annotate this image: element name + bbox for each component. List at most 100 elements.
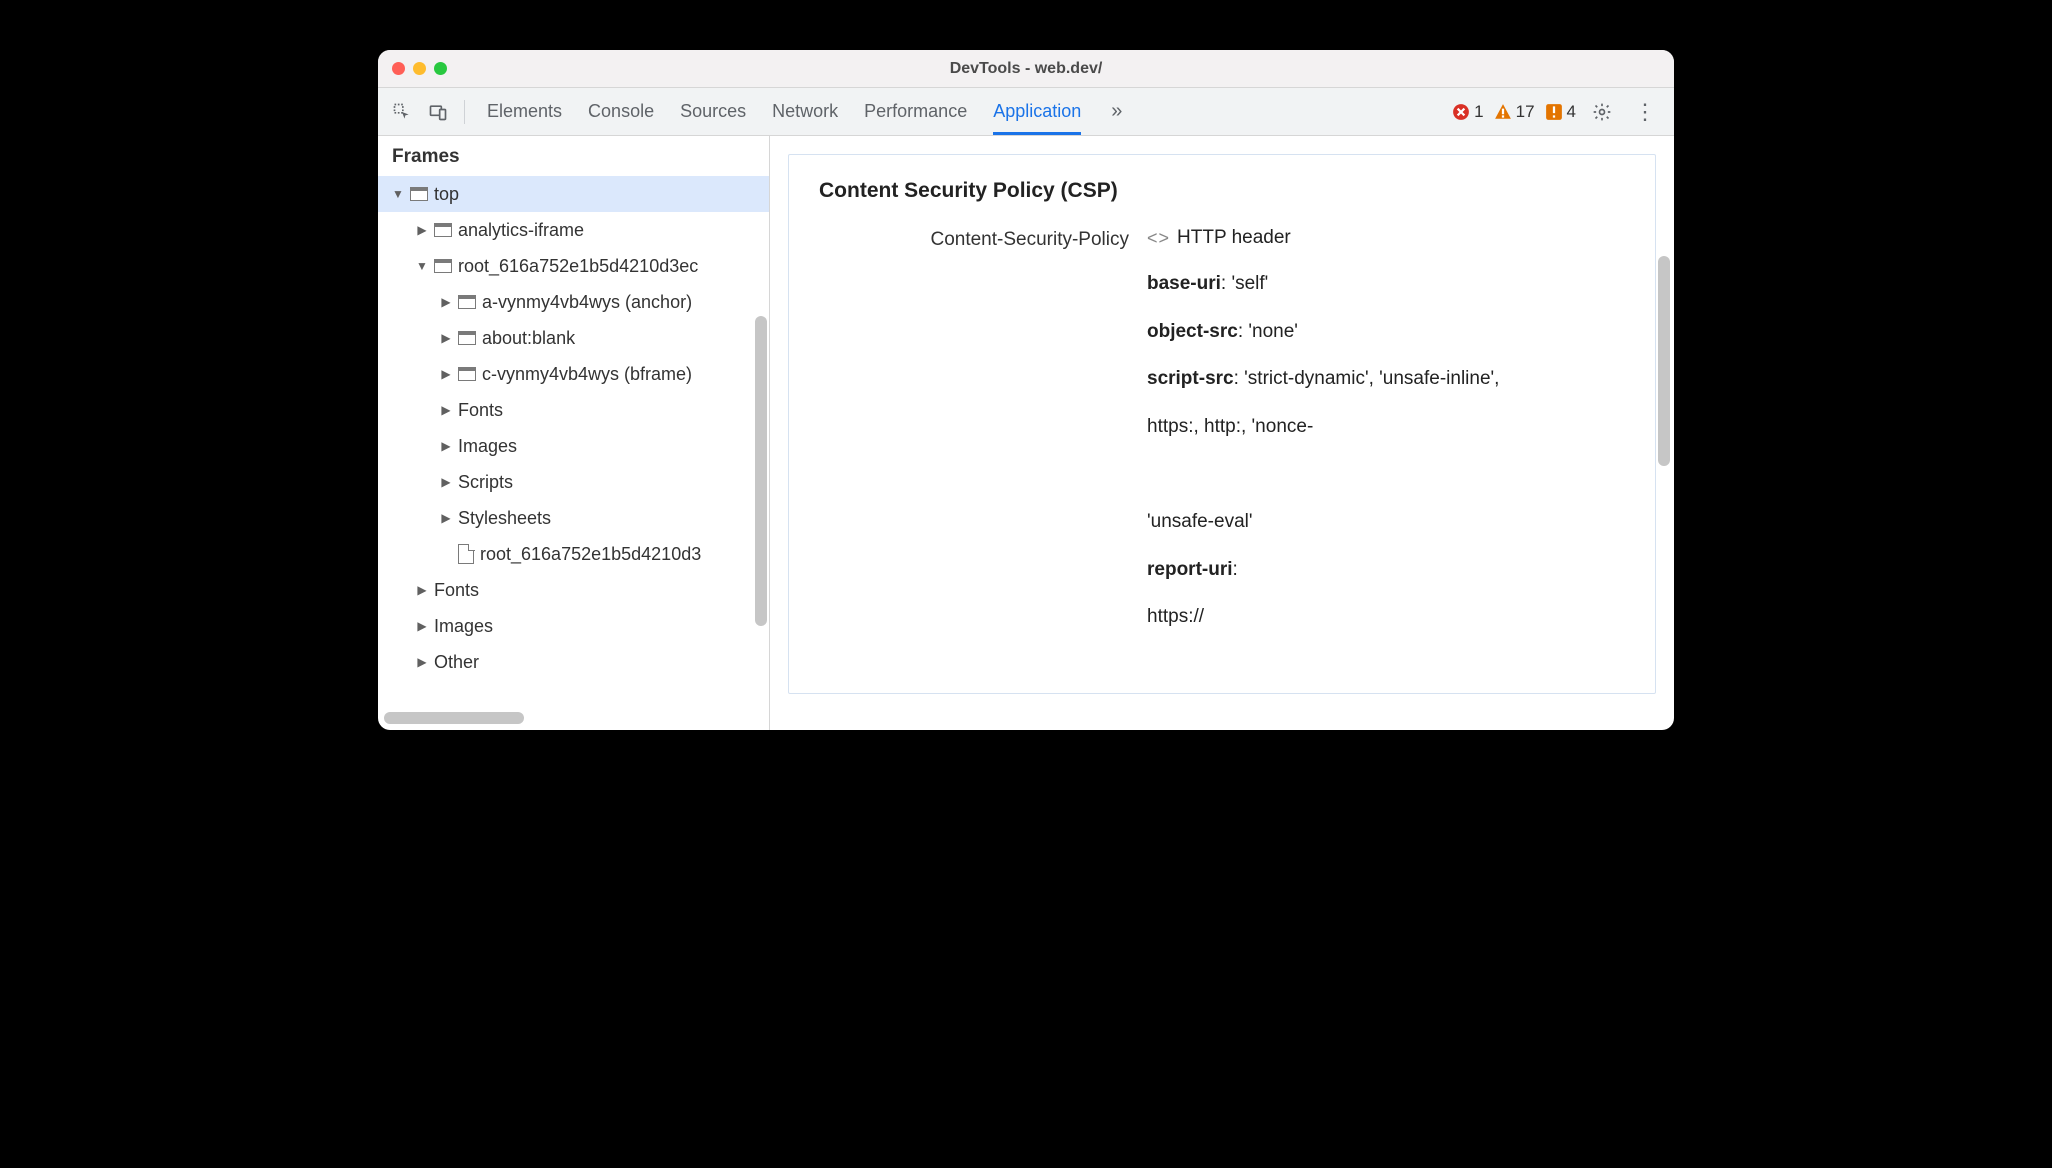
- warning-icon: [1494, 103, 1512, 121]
- devtools-toolbar: Elements Console Sources Network Perform…: [378, 88, 1674, 136]
- csp-directive: base-uri: 'self': [1147, 271, 1625, 297]
- window-frame-icon: [458, 295, 476, 309]
- csp-header-source: HTTP header: [1177, 227, 1291, 249]
- tree-arrow-icon[interactable]: [440, 367, 452, 381]
- frames-tree: top analytics-iframe root_616a752e1b5d4210…: [378, 176, 769, 730]
- tree-row[interactable]: Images: [378, 428, 769, 464]
- csp-directive-value: : 'strict-dynamic', 'unsafe-inline',: [1234, 368, 1500, 389]
- tree-arrow-icon[interactable]: [440, 295, 452, 309]
- tree-row[interactable]: Fonts: [378, 572, 769, 608]
- warnings-count-value: 17: [1516, 102, 1535, 122]
- window-title: DevTools - web.dev/: [378, 60, 1674, 78]
- tree-arrow-icon[interactable]: [440, 403, 452, 417]
- tree-label: Stylesheets: [458, 508, 551, 529]
- close-window-button[interactable]: [392, 62, 405, 75]
- csp-directive-value: 'unsafe-eval': [1147, 511, 1252, 532]
- tab-performance[interactable]: Performance: [864, 88, 967, 135]
- sidebar-horizontal-scrollbar[interactable]: [384, 712, 524, 724]
- tree-label: a-vynmy4vb4wys (anchor): [482, 292, 692, 313]
- tab-elements[interactable]: Elements: [487, 88, 562, 135]
- main-content: Content Security Policy (CSP) Content-Se…: [770, 136, 1674, 730]
- device-toolbar-icon[interactable]: [422, 96, 454, 128]
- tree-arrow-icon[interactable]: [392, 187, 404, 201]
- tree-row[interactable]: analytics-iframe: [378, 212, 769, 248]
- tree-label: c-vynmy4vb4wys (bframe): [482, 364, 692, 385]
- titlebar: DevTools - web.dev/: [378, 50, 1674, 88]
- warnings-count[interactable]: 17: [1494, 102, 1535, 122]
- tree-label: root_616a752e1b5d4210d3ec: [458, 256, 698, 277]
- tree-row[interactable]: Stylesheets: [378, 500, 769, 536]
- devtools-window: DevTools - web.dev/ Elements Console Sou…: [378, 50, 1674, 730]
- tab-sources[interactable]: Sources: [680, 88, 746, 135]
- tree-row[interactable]: Fonts: [378, 392, 769, 428]
- csp-directive: object-src: 'none': [1147, 319, 1625, 345]
- csp-directive-key: script-src: [1147, 368, 1234, 389]
- tree-label: top: [434, 184, 459, 205]
- csp-panel: Content Security Policy (CSP) Content-Se…: [788, 154, 1656, 694]
- csp-header-source-line: < > HTTP header: [1147, 227, 1625, 249]
- tree-row[interactable]: a-vynmy4vb4wys (anchor): [378, 284, 769, 320]
- tree-arrow-icon[interactable]: [440, 475, 452, 489]
- tree-arrow-icon[interactable]: [440, 511, 452, 525]
- frames-sidebar: Frames top analytics-iframe root_616a752e1…: [378, 136, 770, 730]
- tree-arrow-icon[interactable]: [416, 655, 428, 669]
- toolbar-divider: [464, 100, 465, 124]
- tree-row[interactable]: Scripts: [378, 464, 769, 500]
- tree-arrow-icon[interactable]: [416, 583, 428, 597]
- settings-gear-icon[interactable]: [1586, 96, 1618, 128]
- inspect-element-icon[interactable]: [386, 96, 418, 128]
- status-group: 1 17 4 ⋮: [1452, 96, 1666, 128]
- csp-directive: https:, http:, 'nonce-: [1147, 414, 1625, 440]
- tree-arrow-icon[interactable]: [440, 331, 452, 345]
- tree-label: Other: [434, 652, 479, 673]
- document-icon: [458, 544, 474, 564]
- tab-application[interactable]: Application: [993, 88, 1081, 135]
- csp-directive-value: : 'self': [1221, 273, 1268, 294]
- sidebar-vertical-scrollbar[interactable]: [755, 316, 767, 626]
- issues-icon: [1545, 103, 1563, 121]
- tree-row[interactable]: Images: [378, 608, 769, 644]
- window-frame-icon: [458, 331, 476, 345]
- tree-row[interactable]: top: [378, 176, 769, 212]
- issues-count-value: 4: [1567, 102, 1576, 122]
- csp-directive: https://: [1147, 604, 1625, 630]
- frames-header: Frames: [378, 136, 769, 176]
- maximize-window-button[interactable]: [434, 62, 447, 75]
- issues-count[interactable]: 4: [1545, 102, 1576, 122]
- csp-directive: report-uri:: [1147, 557, 1625, 583]
- tree-row[interactable]: root_616a752e1b5d4210d3ec: [378, 248, 769, 284]
- csp-directive-key: object-src: [1147, 321, 1238, 342]
- tree-row[interactable]: about:blank: [378, 320, 769, 356]
- csp-directive-value: [1147, 464, 1152, 485]
- tree-arrow-icon[interactable]: [416, 259, 428, 273]
- tree-label: Fonts: [458, 400, 503, 421]
- window-frame-icon: [410, 187, 428, 201]
- csp-directive-value: : 'none': [1238, 321, 1298, 342]
- tree-label: about:blank: [482, 328, 575, 349]
- csp-directive: script-src: 'strict-dynamic', 'unsafe-in…: [1147, 366, 1625, 392]
- devtools-tabs: Elements Console Sources Network Perform…: [475, 88, 1138, 135]
- tab-network[interactable]: Network: [772, 88, 838, 135]
- tree-row[interactable]: root_616a752e1b5d4210d3: [378, 536, 769, 572]
- csp-directive-value: https:, http:, 'nonce-: [1147, 416, 1313, 437]
- csp-directive-value: :: [1233, 559, 1238, 580]
- csp-grid: Content-Security-Policy < > HTTP header …: [819, 227, 1625, 652]
- tree-arrow-icon[interactable]: [416, 223, 428, 237]
- minimize-window-button[interactable]: [413, 62, 426, 75]
- tree-label: analytics-iframe: [458, 220, 584, 241]
- more-options-icon[interactable]: ⋮: [1628, 99, 1662, 125]
- tree-arrow-icon[interactable]: [440, 439, 452, 453]
- window-frame-icon: [458, 367, 476, 381]
- main-vertical-scrollbar[interactable]: [1658, 256, 1670, 466]
- tabs-overflow-icon[interactable]: »: [1107, 100, 1126, 123]
- csp-directive: [1147, 462, 1625, 488]
- tree-arrow-icon[interactable]: [416, 619, 428, 633]
- tree-label: Scripts: [458, 472, 513, 493]
- error-icon: [1452, 103, 1470, 121]
- errors-count[interactable]: 1: [1452, 102, 1483, 122]
- window-frame-icon: [434, 259, 452, 273]
- tab-console[interactable]: Console: [588, 88, 654, 135]
- tree-row[interactable]: Other: [378, 644, 769, 680]
- tree-label: Fonts: [434, 580, 479, 601]
- tree-row[interactable]: c-vynmy4vb4wys (bframe): [378, 356, 769, 392]
